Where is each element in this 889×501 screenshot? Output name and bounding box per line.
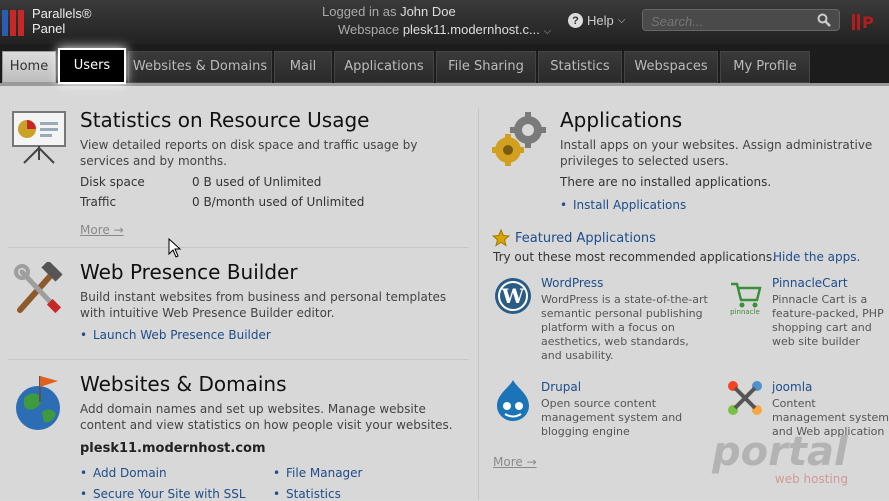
tab-home[interactable]: Home bbox=[2, 51, 56, 83]
tab-websites-domains[interactable]: Websites & Domains bbox=[128, 51, 272, 83]
joomla-icon bbox=[728, 381, 762, 415]
stats-description: View detailed reports on disk space and … bbox=[80, 138, 418, 168]
svg-text:pinnacle: pinnacle bbox=[730, 308, 760, 316]
apps-more-link[interactable]: More → bbox=[493, 455, 537, 469]
search-box bbox=[642, 9, 840, 31]
stats-more-link[interactable]: More → bbox=[80, 223, 124, 237]
top-bar: Parallels® Panel Logged in as John Doe W… bbox=[0, 0, 889, 44]
bullet: • bbox=[273, 487, 281, 501]
gears-icon bbox=[492, 112, 546, 166]
bullet: • bbox=[80, 328, 88, 342]
main-nav: Home Users Websites & Domains Mail Appli… bbox=[0, 44, 889, 86]
drupal-icon bbox=[497, 380, 529, 421]
portal-watermark: portal web hosting bbox=[712, 432, 862, 492]
tab-mail[interactable]: Mail bbox=[274, 51, 332, 83]
wpb-description: Build instant websites from business and… bbox=[80, 290, 447, 320]
apps-title[interactable]: Applications bbox=[560, 108, 682, 132]
parallels-logo[interactable]: Parallels® Panel bbox=[0, 4, 110, 40]
help-menu[interactable]: ? Help ⌵ bbox=[568, 13, 625, 28]
tab-users[interactable]: Users bbox=[58, 48, 126, 84]
webspace-label: Webspace bbox=[338, 22, 400, 37]
launch-wpb-link[interactable]: Launch Web Presence Builder bbox=[93, 328, 271, 342]
tab-my-profile[interactable]: My Profile bbox=[720, 51, 810, 83]
chevron-down-icon: ⌵ bbox=[543, 26, 552, 37]
bullet: • bbox=[273, 466, 281, 480]
mouse-cursor-icon bbox=[168, 238, 182, 258]
star-icon bbox=[492, 229, 510, 247]
user-name-link[interactable]: John Doe bbox=[400, 4, 456, 19]
wd-description: Add domain names and set up websites. Ma… bbox=[80, 402, 453, 432]
help-label: Help bbox=[587, 13, 614, 28]
stats-title[interactable]: Statistics on Resource Usage bbox=[80, 108, 369, 132]
watermark-text: portal bbox=[712, 429, 848, 475]
brand-logo-icon: P bbox=[852, 13, 874, 32]
divider bbox=[8, 247, 468, 248]
traffic-value: 0 B/month used of Unlimited bbox=[192, 195, 365, 209]
wordpress-link[interactable]: WordPress bbox=[541, 276, 603, 290]
wordpress-desc: WordPress is a state-of-the-art semantic… bbox=[541, 293, 708, 362]
search-icon[interactable] bbox=[817, 13, 831, 27]
presentation-board-icon bbox=[12, 111, 66, 164]
featured-apps-title: Featured Applications bbox=[515, 231, 656, 246]
logo-line1: Parallels® bbox=[32, 6, 92, 21]
tab-webspaces[interactable]: Webspaces bbox=[624, 51, 718, 83]
tab-file-sharing[interactable]: File Sharing bbox=[436, 51, 536, 83]
webspace-selector[interactable]: Webspace plesk11.modernhost.c... ⌵ bbox=[338, 22, 551, 37]
drupal-link[interactable]: Drupal bbox=[541, 380, 581, 394]
disk-space-label: Disk space bbox=[80, 175, 145, 189]
logged-in-label: Logged in as bbox=[322, 4, 397, 19]
disk-space-value: 0 B used of Unlimited bbox=[192, 175, 322, 189]
file-manager-link[interactable]: File Manager bbox=[286, 466, 363, 480]
pinnaclecart-icon: pinnacle bbox=[730, 282, 762, 316]
joomla-link[interactable]: joomla bbox=[772, 380, 812, 394]
wd-title[interactable]: Websites & Domains bbox=[80, 372, 286, 396]
pinnaclecart-link[interactable]: PinnacleCart bbox=[772, 276, 848, 290]
apps-description: Install apps on your websites. Assign ad… bbox=[560, 138, 873, 168]
help-icon: ? bbox=[568, 13, 583, 28]
add-domain-link[interactable]: Add Domain bbox=[93, 466, 167, 480]
column-divider bbox=[478, 108, 479, 500]
statistics-link[interactable]: Statistics bbox=[286, 487, 341, 501]
divider bbox=[8, 359, 468, 360]
bullet: • bbox=[80, 466, 88, 480]
tab-statistics[interactable]: Statistics bbox=[538, 51, 622, 83]
parallels-logo-icon bbox=[2, 10, 24, 36]
logo-line2: Panel bbox=[32, 21, 66, 36]
domain-name: plesk11.modernhost.com bbox=[80, 441, 266, 456]
logged-in-info: Logged in as John Doe bbox=[322, 4, 456, 19]
featured-apps-desc: Try out these most recommended applicati… bbox=[493, 250, 776, 264]
webspace-value: plesk11.modernhost.c... bbox=[402, 22, 540, 37]
search-input[interactable] bbox=[649, 12, 813, 30]
bullet: • bbox=[560, 198, 568, 212]
hide-apps-link[interactable]: Hide the apps. bbox=[773, 250, 860, 264]
globe-flag-icon bbox=[16, 376, 60, 430]
install-apps-link[interactable]: Install Applications bbox=[573, 198, 686, 212]
bullet: • bbox=[80, 487, 88, 501]
wordpress-icon: W bbox=[495, 278, 531, 314]
no-apps-text: There are no installed applications. bbox=[560, 175, 772, 189]
chevron-down-icon: ⌵ bbox=[617, 15, 626, 26]
pinnaclecart-desc: Pinnacle Cart is a feature-packed, PHP s… bbox=[772, 293, 884, 348]
wpb-title[interactable]: Web Presence Builder bbox=[80, 260, 298, 284]
drupal-desc: Open source content management system an… bbox=[541, 397, 683, 438]
svg-text:W: W bbox=[501, 284, 525, 308]
tab-applications[interactable]: Applications bbox=[334, 51, 434, 83]
traffic-label: Traffic bbox=[80, 195, 117, 209]
svg-text:P: P bbox=[862, 13, 874, 32]
hammer-wrench-icon bbox=[14, 262, 63, 314]
secure-ssl-link[interactable]: Secure Your Site with SSL bbox=[93, 487, 246, 501]
